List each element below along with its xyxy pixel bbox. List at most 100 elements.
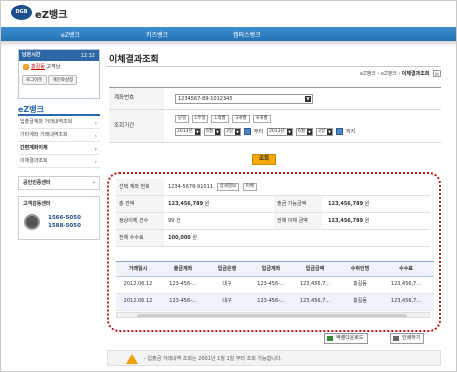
table-cell: 2012.06.12 [123, 281, 153, 287]
available-amount-value: 123,456,789 [328, 201, 364, 207]
user-info: 홍길동 고객님 [19, 61, 99, 73]
currency-unit: 원 [364, 201, 370, 207]
login-actions: 로그아웃 개인화설정 [19, 73, 99, 87]
grid-horizontal-scrollbar[interactable] [116, 312, 430, 318]
column-header[interactable]: 수수료 [384, 262, 428, 276]
auth-center-label: 공인인증센터 [23, 180, 51, 186]
available-amount-cell: 123,456,789 원 [328, 196, 369, 212]
print-icon[interactable]: ▤ [433, 70, 441, 77]
column-header[interactable]: 입금금액 [294, 262, 336, 276]
nav-shadow [1, 41, 456, 47]
printer-icon [393, 336, 399, 341]
total-transfer-cell: 123,456,789 원 [328, 213, 369, 229]
column-header[interactable]: 입금은행 [206, 262, 248, 276]
chevron-down-icon: ▼ [305, 96, 311, 102]
sidebar-section-title: eZ뱅크 [18, 104, 100, 116]
column-header[interactable]: 입금계좌 [250, 262, 292, 276]
main-nav: eZ뱅크 키즈뱅크 캠퍼스뱅크 [1, 27, 456, 41]
to-month-select[interactable]: 6월 ▼ [296, 128, 313, 136]
chevron-down-icon: ▼ [195, 129, 200, 135]
sidebar-item-label: 기타계좌 거래내역조회 [20, 132, 68, 138]
breadcrumb-item[interactable]: eZ뱅크 [381, 71, 397, 77]
phone-number-1: 1566-5050 [48, 215, 81, 221]
chevron-right-icon: › [94, 159, 97, 166]
phone-number-2: 1588-5050 [48, 223, 81, 229]
sidebar-item-transfer-result[interactable]: 이체결과조회 › [18, 155, 100, 168]
chevron-down-icon: ▼ [215, 129, 220, 135]
selected-account-value: 1234-5678-91011 [168, 184, 213, 190]
title-divider [107, 66, 441, 67]
table-cell: 123,456,7... [390, 298, 422, 304]
column-header[interactable]: 수취인명 [338, 262, 382, 276]
user-suffix: 고객님 [46, 64, 61, 70]
from-month-select[interactable]: 6월 ▼ [204, 128, 221, 136]
summary-row: 전체 수수료 100,000 원 [116, 230, 430, 247]
sidebar-item-other-history[interactable]: 기타계좌 거래내역조회 › [18, 129, 100, 142]
calendar-icon[interactable] [336, 128, 343, 135]
to-day-select[interactable]: 3일 ▼ [316, 128, 333, 136]
scrollbar-thumb[interactable] [137, 314, 407, 317]
summary-table: 선택 계좌 번호 1234-5678-91011 상세정보 이체 총 잔액 12… [116, 179, 430, 247]
query-button[interactable]: 조회 [252, 154, 276, 165]
table-cell: 123-456-... [169, 281, 197, 287]
from-day-select[interactable]: 3일 ▼ [224, 128, 241, 136]
headset-icon [24, 214, 40, 230]
period-row: 조회기간 당일 1주일 1개월 3개월 6개월 2013년 ▼ 6월 ▼ 3일 ▼ 부… [109, 110, 441, 143]
breadcrumb-current: 이체결과조회 [401, 71, 430, 77]
to-year-select[interactable]: 2013년 ▼ [267, 128, 293, 136]
column-header[interactable]: 출금계좌 [162, 262, 204, 276]
to-year-value: 2013년 [269, 129, 285, 134]
transfer-grid: 거래일시 출금계좌 입금은행 입금계좌 입금금액 수취인명 수수료 2012.0… [116, 261, 434, 311]
calendar-icon[interactable] [244, 128, 251, 135]
grid-header: 거래일시 출금계좌 입금은행 입금계좌 입금금액 수취인명 수수료 [116, 261, 434, 277]
excel-download-button[interactable]: 엑셀다운로드 [324, 333, 368, 344]
table-cell: 123-456-... [169, 298, 197, 304]
transfer-button[interactable]: 이체 [242, 182, 257, 191]
account-select[interactable]: 1234567-89-1012345 ▼ [175, 94, 313, 104]
to-month-value: 6월 [298, 129, 306, 134]
sidebar-item-simple-transfer[interactable]: 간편계좌이체 › [18, 142, 100, 155]
service-logo-text[interactable]: eZ뱅크 [35, 6, 67, 21]
total-balance-cell: 123,456,789 원 [168, 196, 209, 212]
selected-account-cell: 1234-5678-91011 상세정보 이체 [168, 179, 257, 195]
column-header[interactable]: 거래일시 [116, 262, 160, 276]
table-row[interactable]: 2012.06.12 123-456-... 대구 123-456-... 12… [116, 294, 434, 311]
breadcrumb-item[interactable]: eZ뱅크 [360, 71, 376, 77]
currency-unit: 원 [364, 218, 370, 224]
chevron-right-icon: › [92, 180, 95, 186]
auth-center-link[interactable]: 공인인증센터 › [18, 176, 100, 190]
table-row[interactable]: 2012.06.12 123-456-... 대구 123-456-... 12… [116, 277, 434, 294]
sidebar-item-label: 간편계좌이체 [20, 145, 48, 151]
nav-kidsbank[interactable]: 키즈뱅크 [146, 30, 168, 39]
chevron-down-icon: ▼ [307, 129, 312, 135]
table-cell: 123-456-... [257, 281, 285, 287]
chevron-down-icon: ▼ [235, 129, 240, 135]
total-transfer-value: 123,456,789 [328, 218, 364, 224]
period-3month-button[interactable]: 3개월 [232, 115, 250, 123]
table-cell: 123,456,7... [299, 298, 331, 304]
from-year-select[interactable]: 2013년 ▼ [175, 128, 201, 136]
logout-button[interactable]: 로그아웃 [22, 75, 47, 85]
customer-center-box: 고객감동센터 1566-5050 1588-5050 [18, 196, 100, 240]
period-1month-button[interactable]: 1개월 [211, 115, 229, 123]
period-today-button[interactable]: 당일 [175, 115, 189, 123]
print-button[interactable]: 인쇄하기 [390, 333, 425, 344]
top-header: DGB eZ뱅크 [1, 1, 456, 27]
period-label: 조회기간 [109, 110, 164, 142]
period-1week-button[interactable]: 1주일 [192, 115, 208, 123]
summary-row: 선택 계좌 번호 1234-5678-91011 상세정보 이체 [116, 179, 430, 196]
period-6month-button[interactable]: 6개월 [253, 115, 271, 123]
nav-campusbank[interactable]: 캠퍼스뱅크 [233, 30, 261, 39]
total-balance-value: 123,456,789 [168, 201, 204, 207]
sidebar: 남은시간 12:32 홍길동 고객님 로그아웃 개인화설정 eZ뱅크 입출금계좌… [18, 49, 100, 240]
chevron-right-icon: › [94, 133, 97, 140]
bank-logo-icon[interactable]: DGB [11, 5, 32, 20]
user-name[interactable]: 홍길동 [31, 64, 45, 70]
detail-info-button[interactable]: 상세정보 [216, 182, 240, 191]
personalize-button[interactable]: 개인화설정 [48, 75, 78, 85]
nav-ezbank[interactable]: eZ뱅크 [61, 30, 80, 39]
sidebar-item-deposit-history[interactable]: 입출금계좌 거래내역조회 › [18, 116, 100, 129]
account-row: 계좌번호 1234567-89-1012345 ▼ [109, 88, 441, 110]
sidebar-item-label: 입출금계좌 거래내역조회 [20, 119, 73, 125]
summary-row: 정상이체 건수 99 건 전체 이체 금액 123,456,789 원 [116, 213, 430, 230]
